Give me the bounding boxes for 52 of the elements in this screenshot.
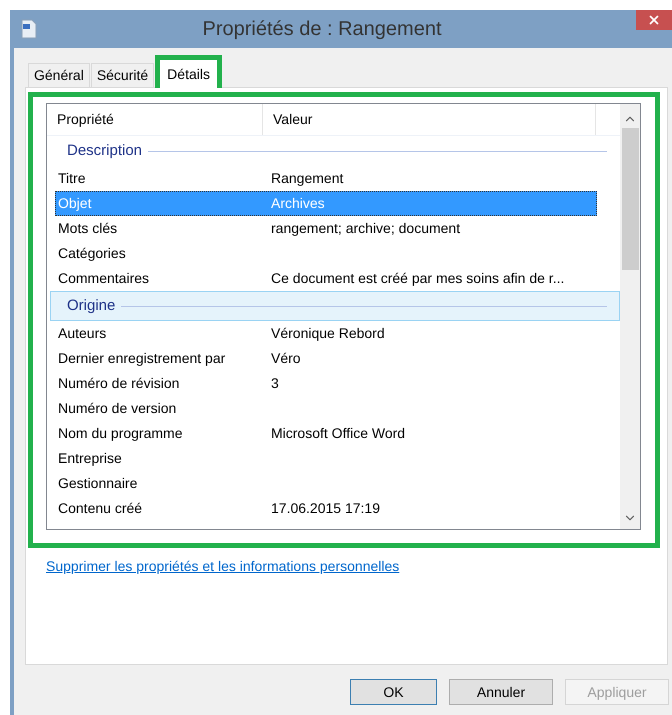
tab[interactable]: Détails	[160, 60, 217, 88]
property-row[interactable]: Catégories	[55, 241, 597, 266]
property-value: Ce document est créé par mes soins afin de r...	[271, 269, 564, 288]
property-name: Entreprise	[57, 449, 123, 468]
property-name: Commentaires	[57, 269, 150, 288]
property-row[interactable]: Contenu créé 17.06.2015 17:19	[55, 496, 597, 521]
column-header[interactable]: Valeur	[263, 104, 596, 135]
close-button[interactable]	[636, 10, 672, 30]
property-value: Véronique Rebord	[271, 324, 385, 343]
property-name: Dernier enregistrement par	[57, 349, 226, 368]
property-value: 17.06.2015 17:19	[271, 499, 380, 518]
property-row[interactable]: Auteurs Véronique Rebord	[55, 321, 597, 346]
property-row[interactable]: Gestionnaire	[55, 471, 597, 496]
property-row[interactable]: Mots clés rangement; archive; document	[55, 216, 597, 241]
close-icon	[647, 13, 661, 27]
property-row[interactable]: Titre Rangement	[55, 166, 597, 191]
property-name: Auteurs	[57, 324, 108, 343]
property-value: Rangement	[271, 169, 344, 188]
document-icon	[20, 19, 38, 39]
tab[interactable]: Général	[28, 63, 90, 87]
property-name: Nom du programme	[57, 424, 184, 443]
property-row[interactable]: Entreprise	[55, 446, 597, 471]
property-row[interactable]: Dernier enregistrement par Véro	[55, 346, 597, 371]
property-value: Archives	[271, 194, 325, 213]
property-row[interactable]: Nom du programme Microsoft Office Word	[55, 421, 597, 446]
property-value: 3	[271, 374, 279, 393]
property-name: Contenu créé	[57, 499, 144, 518]
property-name: Gestionnaire	[57, 474, 138, 493]
group-title: Origine	[67, 296, 116, 316]
group-header[interactable]: Origine	[50, 291, 620, 321]
tab[interactable]: Sécurité	[90, 63, 154, 87]
group-header[interactable]: Description	[50, 136, 620, 166]
property-value: Véro	[271, 349, 301, 368]
scrollbar[interactable]	[620, 104, 640, 529]
column-header[interactable]: Propriété	[47, 104, 263, 135]
property-name: Numéro de révision	[57, 374, 180, 393]
dialog-button[interactable]: OK	[350, 679, 437, 705]
property-value: Microsoft Office Word	[271, 424, 406, 443]
scrollbar-thumb[interactable]	[622, 128, 638, 270]
property-row[interactable]: Commentaires Ce document est créé par mes soins afin de r...	[55, 266, 597, 291]
dialog-button[interactable]: Annuler	[449, 679, 553, 705]
property-row[interactable]: Numéro de version	[55, 396, 597, 421]
property-name: Numéro de version	[57, 399, 178, 418]
property-value: rangement; archive; document	[271, 219, 460, 238]
window-title: Propriétés de : Rangement	[201, 17, 443, 42]
group-title: Description	[67, 140, 142, 161]
property-row[interactable]: Numéro de révision 3	[55, 371, 597, 396]
remove-properties-link[interactable]: Supprimer les propriétés et les informations personnelles	[46, 556, 400, 577]
property-name: Catégories	[57, 244, 127, 263]
property-name: Objet	[57, 194, 92, 213]
property-name: Titre	[57, 169, 86, 188]
property-name: Mots clés	[57, 219, 118, 238]
